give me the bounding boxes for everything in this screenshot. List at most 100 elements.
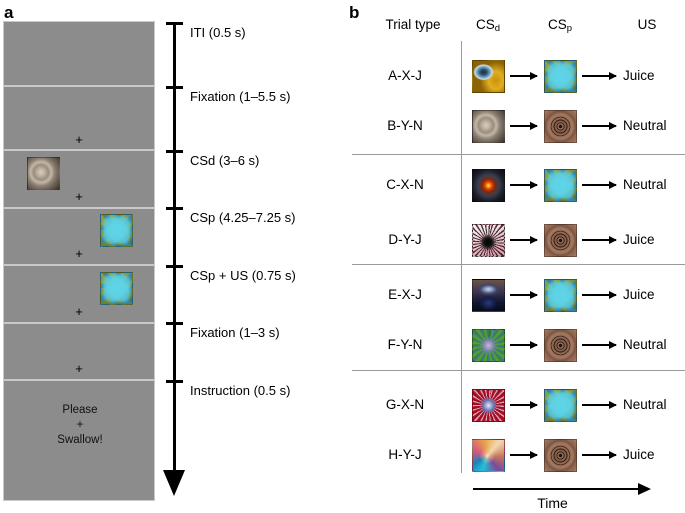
stimulus-csp-X	[100, 214, 133, 247]
phase-label-iti: ITI (0.5 s)	[190, 25, 246, 40]
stimulus-csd-B	[27, 157, 60, 190]
iti-screen	[3, 21, 155, 86]
arrow-csd-to-csp	[510, 450, 538, 459]
timeline-axis-line	[173, 22, 176, 474]
trial-sequence-screens: + + + + + Please + Swallow!	[3, 21, 155, 501]
arrow-csp-to-us	[582, 71, 617, 80]
time-axis-arrow	[473, 483, 651, 495]
stimulus-csd-E	[472, 279, 505, 312]
column-header-trial-type-text: Trial type	[385, 17, 441, 32]
us-outcome-label: Juice	[623, 287, 655, 302]
stimulus-csd-D	[472, 224, 505, 257]
phase-label-csd: CSd (3–6 s)	[190, 153, 260, 168]
table-row: F-Y-N Neutral	[352, 321, 685, 371]
panel-a-label: a	[4, 3, 14, 22]
column-header-csd-text: CS	[475, 17, 495, 32]
timeline-tick	[166, 207, 183, 210]
arrow-csp-to-us	[582, 290, 617, 299]
trial-type-label: F-Y-N	[387, 337, 423, 352]
us-outcome-label: Juice	[623, 232, 655, 247]
column-header-csp: CSp	[548, 18, 573, 34]
fixation-cross: +	[75, 189, 83, 204]
timeline-arrowhead	[163, 470, 185, 496]
table-row: A-X-J Juice	[352, 52, 685, 102]
stimulus-csp-Y	[544, 110, 577, 143]
stimulus-csd-C	[472, 169, 505, 202]
fixation-cross: +	[75, 132, 83, 147]
trial-timeline: ITI (0.5 s) Fixation (1–5.5 s) CSd (3–6 …	[160, 14, 350, 504]
timeline-tick	[166, 380, 183, 383]
timeline-tick	[166, 86, 183, 89]
us-outcome-label: Neutral	[623, 177, 667, 192]
stimulus-csp-X	[544, 169, 577, 202]
trial-type-label: H-Y-J	[388, 447, 422, 462]
trial-type-label: C-X-N	[386, 177, 424, 192]
us-outcome-label: Juice	[623, 447, 655, 462]
csp-screen: +	[3, 208, 155, 265]
trial-type-label: B-Y-N	[387, 118, 423, 133]
trial-type-label: E-X-J	[388, 287, 422, 302]
phase-label-fixation-2: Fixation (1–3 s)	[190, 325, 280, 340]
arrow-csd-to-csp	[510, 235, 538, 244]
arrow-csp-to-us	[582, 450, 617, 459]
arrow-csp-to-us	[582, 180, 617, 189]
us-outcome-label: Neutral	[623, 118, 667, 133]
column-header-csd: CSd	[475, 17, 501, 34]
phase-label-csp-us: CSp + US (0.75 s)	[190, 268, 296, 283]
stimulus-csp-X	[100, 272, 133, 305]
time-axis-label: Time	[537, 495, 568, 511]
arrow-csd-to-csp	[510, 71, 538, 80]
csd-screen: +	[3, 150, 155, 208]
phase-label-fixation-1: Fixation (1–5.5 s)	[190, 89, 291, 104]
stimulus-csp-X	[544, 279, 577, 312]
stimulus-csp-Y	[544, 224, 577, 257]
arrow-csd-to-csp	[510, 290, 538, 299]
column-header-csd-subscript: d	[494, 23, 501, 34]
stimulus-csp-X	[544, 389, 577, 422]
trial-type-table: Trial type CSd CSp US A-X-J Juice B-Y-N …	[352, 0, 685, 513]
timeline-tick	[166, 22, 183, 25]
phase-label-csp: CSp (4.25–7.25 s)	[190, 210, 296, 225]
stimulus-csp-X	[544, 60, 577, 93]
us-outcome-label: Neutral	[623, 397, 667, 412]
us-outcome-label: Neutral	[623, 337, 667, 352]
arrow-csp-to-us	[582, 400, 617, 409]
table-row: B-Y-N Neutral	[352, 102, 685, 152]
instruction-text-line-2: Swallow!	[57, 434, 103, 446]
arrow-csd-to-csp	[510, 400, 538, 409]
fixation-cross: +	[75, 304, 83, 319]
arrow-csd-to-csp	[510, 121, 538, 130]
table-row: C-X-N Neutral	[352, 161, 685, 211]
stimulus-csd-F	[472, 329, 505, 362]
arrow-csp-to-us	[582, 121, 617, 130]
table-row-divider	[352, 154, 685, 155]
stimulus-csd-B	[472, 110, 505, 143]
arrow-csd-to-csp	[510, 340, 538, 349]
table-row-divider	[352, 370, 685, 371]
timeline-tick	[166, 150, 183, 153]
csp-us-screen: +	[3, 265, 155, 323]
arrow-csp-to-us	[582, 235, 617, 244]
instruction-screen: Please + Swallow!	[3, 380, 155, 501]
table-row: D-Y-J Juice	[352, 216, 685, 266]
timeline-tick	[166, 322, 183, 325]
column-header-trial-type: Trial type	[385, 18, 440, 32]
table-row: G-X-N Neutral	[352, 381, 685, 431]
fixation-cross: +	[76, 419, 84, 431]
arrow-csp-to-us	[582, 340, 617, 349]
us-outcome-label: Juice	[623, 68, 655, 83]
stimulus-csp-Y	[544, 439, 577, 472]
arrow-csd-to-csp	[510, 180, 538, 189]
timeline-tick	[166, 265, 183, 268]
trial-type-label: D-Y-J	[388, 232, 422, 247]
instruction-text-line-1: Please	[62, 404, 98, 416]
fixation-screen-2: +	[3, 323, 155, 380]
stimulus-csd-H	[472, 439, 505, 472]
table-row: E-X-J Juice	[352, 271, 685, 321]
fixation-cross: +	[75, 246, 83, 261]
column-header-us-text: US	[637, 17, 657, 32]
stimulus-csp-Y	[544, 329, 577, 362]
column-header-csp-subscript: p	[566, 23, 573, 34]
trial-type-label: A-X-J	[388, 68, 422, 83]
column-header-us: US	[638, 18, 657, 32]
